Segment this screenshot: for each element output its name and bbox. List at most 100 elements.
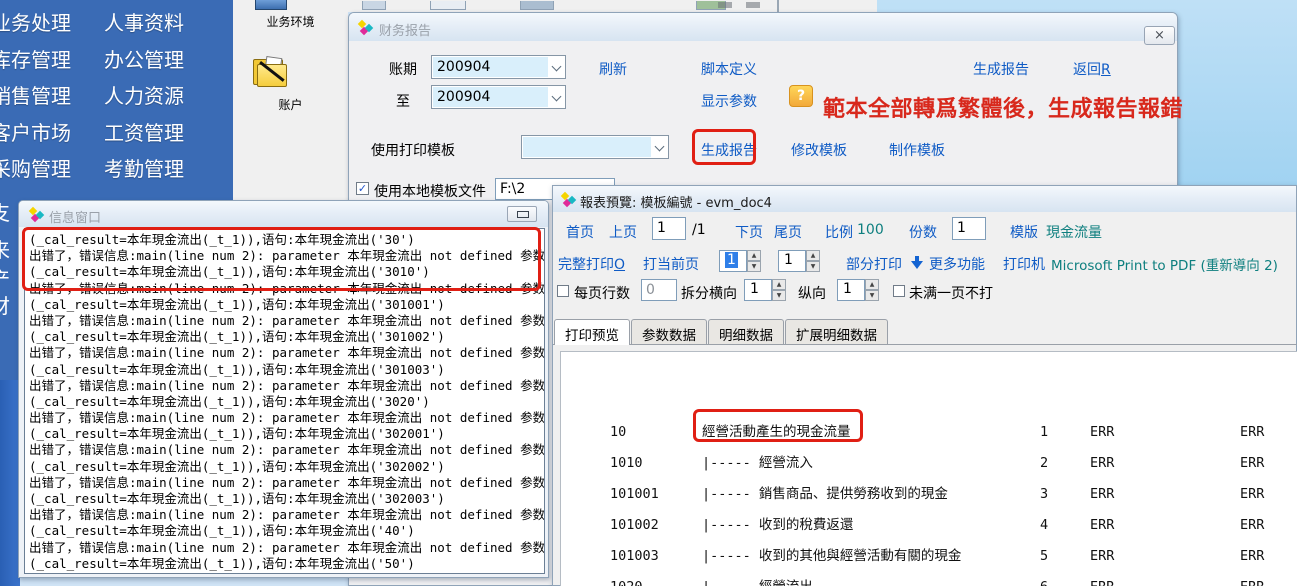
rows-per-page-checkbox[interactable] [557, 285, 569, 297]
message-window-titlebar[interactable]: 信息窗口 [19, 201, 548, 227]
spinner-up-icon[interactable]: ▲ [772, 279, 786, 290]
folder-front-shape [257, 64, 287, 87]
sidebar-item-clipped[interactable]: 支 [0, 197, 10, 226]
sidebar-item-clipped[interactable]: 财 [0, 290, 10, 319]
row-item-name: |----- 經營流出 [702, 572, 813, 586]
chevron-down-icon[interactable] [655, 142, 665, 152]
local-template-label: 使用本地模板文件 [374, 181, 486, 201]
local-template-checkbox[interactable]: ✓ [356, 182, 369, 195]
row-error-value: ERR [1240, 417, 1264, 448]
sidebar-item[interactable]: 采购管理 [0, 155, 71, 192]
row-error-value: ERR [1240, 510, 1264, 541]
spinner-down-icon[interactable]: ▼ [865, 290, 879, 301]
first-page-link[interactable]: 首页 [566, 222, 594, 242]
prev-page-link[interactable]: 上页 [609, 222, 637, 242]
sidebar-item-clipped[interactable]: 产 [0, 263, 10, 292]
last-page-link[interactable]: 尾页 [774, 222, 802, 242]
page-number-input[interactable]: 1 [652, 217, 686, 240]
sidebar-item[interactable]: 库存管理 [0, 46, 71, 83]
refresh-link[interactable]: 刷新 [599, 59, 627, 79]
modify-template-link[interactable]: 修改模板 [791, 140, 847, 160]
page-total-label: /1 [692, 222, 706, 238]
error-line: (_cal_result=本年現金流出(_t_1)),语句:本年現金流出('30… [29, 232, 544, 248]
show-params-link[interactable]: 显示参数 [701, 91, 757, 111]
error-log-content[interactable]: (_cal_result=本年現金流出(_t_1)),语句:本年現金流出('30… [24, 228, 545, 574]
spinner-up-icon[interactable]: ▲ [747, 250, 761, 261]
make-template-link[interactable]: 制作模板 [889, 140, 945, 160]
report-table-row: 1010 |----- 經營流入 2 ERR ERR [561, 448, 1297, 479]
partial-print-link[interactable]: 部分打印 [846, 254, 902, 274]
more-functions-link[interactable]: 更多功能 [929, 254, 985, 274]
sidebar-item[interactable]: 销售管理 [0, 82, 71, 119]
clipped-toolbar-icon [362, 1, 386, 10]
print-template-label: 使用打印模板 [371, 140, 455, 160]
rows-per-page-label: 每页行数 [574, 283, 630, 303]
message-log-window: 信息窗口 (_cal_result=本年現金流出(_t_1)),语句:本年現金流… [18, 200, 549, 578]
chevron-down-icon[interactable] [552, 62, 562, 72]
business-environment-icon[interactable] [255, 0, 287, 10]
sidebar-item[interactable]: 客户市场 [0, 119, 71, 156]
chevron-down-icon[interactable] [552, 92, 562, 102]
error-line: (_cal_result=本年現金流出(_t_1)),语句:本年現金流出('30… [29, 426, 544, 442]
spinner-down-icon[interactable]: ▼ [772, 290, 786, 301]
error-line: 出错了，错误信息:main(line num 2): parameter 本年現… [29, 540, 544, 556]
spinner-up-icon[interactable]: ▲ [865, 279, 879, 290]
rows-per-page-input[interactable]: 0 [641, 279, 677, 301]
print-current-page-link[interactable]: 打当前页 [643, 254, 699, 274]
skip-partial-page-checkbox[interactable] [893, 285, 905, 297]
preview-window-icon [561, 192, 576, 207]
row-error-value: ERR [1090, 448, 1114, 479]
preview-window-title: 報表預覽: 模板編號 - evm_doc4 [580, 192, 772, 211]
preview-tab[interactable]: 参数数据 [631, 319, 707, 344]
account-label: 账户 [233, 96, 348, 113]
row-line-number: 2 [1040, 448, 1048, 479]
printer-link[interactable]: 打印机 [1003, 254, 1045, 274]
sidebar-item[interactable]: 考勤管理 [104, 155, 184, 192]
help-icon[interactable]: ? [789, 85, 813, 107]
finance-window-icon [358, 20, 373, 35]
row-error-value: ERR [1240, 572, 1264, 586]
sidebar-item[interactable]: 业务处理 [0, 9, 71, 46]
spinner-up-icon[interactable]: ▲ [806, 250, 820, 261]
next-page-link[interactable]: 下页 [735, 222, 763, 242]
spinner-down-icon[interactable]: ▼ [806, 261, 820, 272]
preview-tab[interactable]: 明细数据 [708, 319, 784, 344]
sidebar-item[interactable]: 办公管理 [104, 46, 184, 83]
report-table-row: 101003 |----- 收到的其他與經營活動有關的現金 5 ERR ERR [561, 541, 1297, 572]
sidebar-item[interactable]: 工资管理 [104, 119, 184, 156]
template-link[interactable]: 模版 [1010, 222, 1038, 242]
copies-label[interactable]: 份数 [909, 222, 937, 242]
preview-tab[interactable]: 打印预览 [554, 319, 630, 345]
row-line-number: 1 [1040, 417, 1048, 448]
preview-tab[interactable]: 扩展明细数据 [785, 319, 888, 344]
row-error-value: ERR [1090, 479, 1114, 510]
more-functions-arrow-icon[interactable] [911, 256, 923, 269]
clipped-text-fragment [718, 2, 732, 8]
to-period-combobox[interactable]: 200904 [431, 85, 566, 109]
spinner-down-icon[interactable]: ▼ [747, 261, 761, 272]
account-folder-icon[interactable] [253, 55, 291, 92]
restore-icon[interactable] [507, 206, 537, 222]
script-definition-link[interactable]: 脚本定义 [701, 59, 757, 79]
preview-window-titlebar[interactable]: 報表預覽: 模板編號 - evm_doc4 [553, 186, 1296, 212]
print-to-value: 1 [784, 252, 793, 268]
return-link[interactable]: 返回R [1073, 59, 1111, 79]
finance-window-titlebar[interactable]: 财务报告 [349, 13, 1177, 41]
sidebar-item-clipped[interactable]: 来 [0, 234, 10, 263]
full-print-link[interactable]: 完整打印O [558, 254, 625, 274]
generate-report-link[interactable]: 生成报告 [701, 140, 757, 160]
copies-input[interactable]: 1 [952, 217, 986, 240]
print-template-combobox[interactable] [521, 135, 669, 159]
print-template-value [523, 137, 651, 157]
sidebar-item[interactable]: 人力资源 [104, 82, 184, 119]
message-window-title: 信息窗口 [49, 207, 101, 226]
generate-report-top-link[interactable]: 生成报告 [973, 59, 1029, 79]
scale-label[interactable]: 比例 [825, 222, 853, 242]
close-icon[interactable]: × [1144, 26, 1175, 45]
period-value: 200904 [433, 57, 548, 77]
sidebar-item[interactable]: 人事资料 [104, 9, 184, 46]
row-item-name: |----- 收到的稅費返還 [702, 510, 853, 541]
period-combobox[interactable]: 200904 [431, 55, 566, 79]
row-code: 101003 [610, 541, 659, 572]
clipped-text-fragment [746, 2, 760, 8]
